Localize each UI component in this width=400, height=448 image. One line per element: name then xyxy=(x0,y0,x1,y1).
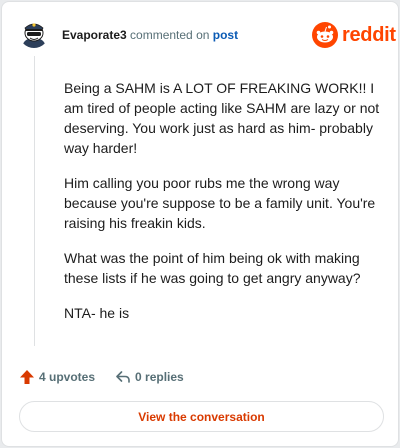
comment-paragraph: Him calling you poor rubs me the wrong w… xyxy=(64,175,376,231)
comment-actions: 4 upvotes 0 replies xyxy=(19,367,204,387)
username-link[interactable]: Evaporate3 xyxy=(62,28,127,42)
upvote-count: 4 upvotes xyxy=(39,370,96,384)
comment-body: Being a SAHM is A LOT OF FREAKING WORK!!… xyxy=(64,78,384,338)
reddit-wordmark: reddit xyxy=(342,23,396,46)
comment-paragraph: What was the point of him being ok with … xyxy=(64,250,361,286)
reply-arrow-icon xyxy=(116,371,130,383)
upvote-button[interactable]: 4 upvotes xyxy=(19,369,95,385)
reddit-logo[interactable]: reddit xyxy=(312,21,396,49)
reply-button[interactable]: 0 replies xyxy=(115,369,184,385)
comment-header: Evaporate3 commented on post reddit xyxy=(2,2,398,66)
view-conversation-button[interactable]: View the conversation xyxy=(19,401,384,432)
comment-paragraph: NTA- he is xyxy=(64,305,130,321)
snoo-police-avatar-icon xyxy=(19,18,49,48)
embed-card: Evaporate3 commented on post reddit Bein… xyxy=(1,1,399,447)
comment-byline: Evaporate3 commented on post xyxy=(62,28,238,42)
upvote-arrow-icon xyxy=(20,370,34,384)
comment-paragraph: Being a SAHM is A LOT OF FREAKING WORK!!… xyxy=(64,80,380,156)
byline-action-text: commented on xyxy=(126,28,213,42)
thread-line xyxy=(34,56,35,346)
post-link[interactable]: post xyxy=(213,28,238,42)
reddit-snoo-icon xyxy=(312,22,338,48)
reply-count: 0 replies xyxy=(135,370,184,384)
user-avatar[interactable] xyxy=(19,18,49,48)
